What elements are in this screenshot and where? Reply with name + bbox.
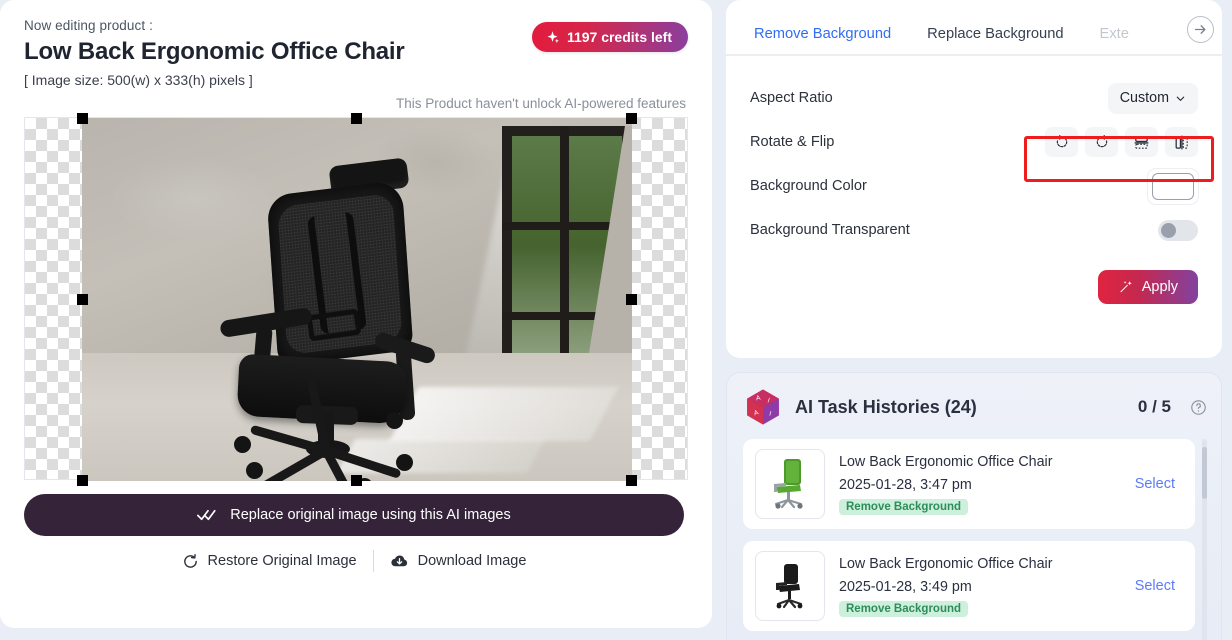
selection-handle-top-center[interactable] [351, 113, 362, 124]
flip-vertical-icon [1134, 136, 1149, 149]
selection-handle-top-right[interactable] [626, 113, 637, 124]
restore-original-image-button[interactable]: Restore Original Image [182, 553, 357, 570]
aspect-ratio-label: Aspect Ratio [750, 90, 833, 106]
magic-wand-icon [1120, 281, 1132, 293]
office-chair-graphic [210, 157, 490, 481]
replace-original-image-button[interactable]: Replace original image using this AI ima… [24, 494, 684, 536]
tabs-next-button[interactable] [1187, 16, 1214, 43]
background-color-swatch-wrap [1148, 168, 1198, 204]
image-size-label: [ Image size: 500(w) x 333(h) pixels ] [24, 72, 253, 88]
sparkle-icon [547, 30, 559, 43]
tab-replace-background[interactable]: Replace Background [909, 26, 1081, 54]
history-select-link[interactable]: Select [1135, 578, 1183, 594]
image-canvas[interactable] [24, 113, 688, 486]
tab-extend-image[interactable]: Exte [1082, 26, 1147, 54]
background-tools-card: Remove Background Replace Background Ext… [726, 0, 1222, 358]
background-transparent-toggle[interactable] [1158, 219, 1198, 241]
aspect-ratio-dropdown[interactable]: Custom [1107, 82, 1198, 114]
tools-column: Remove Background Replace Background Ext… [726, 0, 1232, 640]
download-icon [391, 554, 407, 566]
apply-button[interactable]: Apply [1097, 270, 1198, 304]
history-header: A I A I AI Task Histories (24) 0 / 5 [743, 387, 1207, 427]
ai-cube-icon: A I A I [747, 389, 779, 425]
row-rotate-flip: Rotate & Flip [750, 120, 1198, 164]
flip-horizontal-icon [1175, 134, 1188, 150]
green-chair-icon [774, 459, 803, 509]
selection-handle-bottom-center[interactable] [351, 475, 362, 486]
apply-button-label: Apply [1141, 279, 1178, 295]
tab-remove-background[interactable]: Remove Background [736, 26, 909, 54]
double-check-icon [197, 509, 216, 521]
history-title: AI Task Histories (24) [795, 396, 977, 417]
history-item-info: Low Back Ergonomic Office Chair 2025-01-… [839, 555, 1121, 617]
aspect-ratio-value: Custom [1119, 90, 1169, 106]
list-item[interactable]: Low Back Ergonomic Office Chair 2025-01-… [743, 541, 1195, 631]
apply-row: Apply [726, 252, 1222, 304]
toggle-knob [1161, 222, 1176, 238]
ai-image-editor-page: Now editing product : Low Back Ergonomic… [0, 0, 1232, 640]
download-image-button[interactable]: Download Image [390, 552, 527, 571]
flip-horizontal-button[interactable] [1165, 127, 1198, 157]
rotate-right-icon [1096, 135, 1107, 148]
background-color-swatch[interactable] [1152, 172, 1194, 200]
history-item-name: Low Back Ergonomic Office Chair [839, 454, 1053, 471]
help-circle-icon[interactable] [1190, 399, 1207, 416]
selection-handle-bottom-left[interactable] [77, 475, 88, 486]
image-sub-actions: Restore Original Image Download Image [24, 550, 684, 572]
product-image [82, 118, 632, 481]
tool-tabs: Remove Background Replace Background Ext… [726, 0, 1222, 56]
restore-icon [183, 553, 197, 568]
background-transparent-label: Background Transparent [750, 222, 910, 238]
rotate-left-button[interactable] [1045, 127, 1078, 157]
rotate-left-icon [1056, 135, 1067, 148]
product-editor-panel: Now editing product : Low Back Ergonomic… [0, 0, 712, 628]
history-item-name: Low Back Ergonomic Office Chair [839, 556, 1053, 573]
history-counter: 0 / 5 [1137, 397, 1171, 416]
tool-settings-rows: Aspect Ratio Custom Rotate & Flip Backgr… [726, 56, 1222, 252]
history-item-info: Low Back Ergonomic Office Chair 2025-01-… [839, 453, 1121, 515]
history-thumbnail [755, 551, 825, 621]
ai-task-histories-card: A I A I AI Task Histories (24) 0 / 5 Low… [726, 372, 1222, 640]
chevron-down-icon [1176, 96, 1185, 101]
selection-handle-middle-right[interactable] [626, 294, 637, 305]
history-list: Low Back Ergonomic Office Chair 2025-01-… [743, 439, 1207, 640]
download-image-label: Download Image [417, 553, 527, 569]
black-chair-icon [776, 564, 803, 609]
selection-handle-top-left[interactable] [77, 113, 88, 124]
replace-original-image-label: Replace original image using this AI ima… [230, 507, 511, 523]
history-scrollbar-track[interactable] [1202, 439, 1207, 640]
unlock-features-note: This Product haven't unlock AI-powered f… [396, 96, 686, 111]
tab-remove-background-label: Remove Background [754, 26, 892, 42]
history-item-date: 2025-01-28, 3:49 pm [839, 578, 972, 595]
history-select-link[interactable]: Select [1135, 476, 1183, 492]
history-scrollbar-thumb[interactable] [1202, 447, 1207, 499]
flip-vertical-button[interactable] [1125, 127, 1158, 157]
restore-original-image-label: Restore Original Image [207, 553, 357, 569]
rotate-right-button[interactable] [1085, 127, 1118, 157]
history-item-date: 2025-01-28, 3:47 pm [839, 476, 972, 493]
history-thumbnail [755, 449, 825, 519]
selection-handle-bottom-right[interactable] [626, 475, 637, 486]
row-background-color: Background Color [750, 164, 1198, 208]
arrow-right-icon [1194, 25, 1206, 34]
list-item[interactable]: Low Back Ergonomic Office Chair 2025-01-… [743, 439, 1195, 529]
row-background-transparent: Background Transparent [750, 208, 1198, 252]
background-color-label: Background Color [750, 178, 867, 194]
tab-extend-image-label: Exte [1099, 26, 1129, 42]
tab-replace-background-label: Replace Background [927, 26, 1064, 42]
rotate-flip-label: Rotate & Flip [750, 134, 835, 150]
status-badge: Remove Background [839, 498, 969, 515]
actions-divider [372, 550, 374, 572]
credits-badge-label: 1197 credits left [566, 29, 672, 45]
status-badge: Remove Background [839, 600, 969, 617]
rotate-flip-button-group [1045, 127, 1198, 157]
row-aspect-ratio: Aspect Ratio Custom [750, 76, 1198, 120]
selection-handle-middle-left[interactable] [77, 294, 88, 305]
credits-badge[interactable]: 1197 credits left [531, 22, 688, 52]
